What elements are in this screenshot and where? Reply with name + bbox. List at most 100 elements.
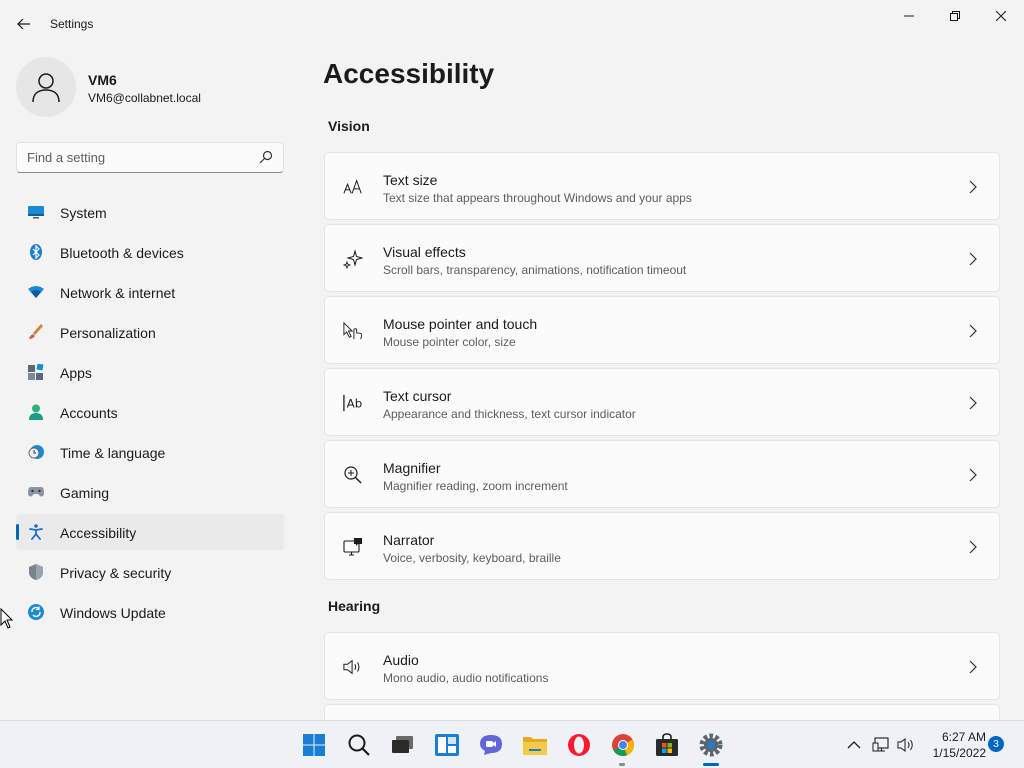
user-name: VM6 xyxy=(88,72,117,88)
arrow-left-icon xyxy=(17,18,30,30)
user-email: VM6@collabnet.local xyxy=(88,91,201,105)
sidebar-item-personalization[interactable]: Personalization xyxy=(16,314,284,350)
sidebar-nav: System Bluetooth & devices Network & int… xyxy=(16,194,284,634)
card-description: Scroll bars, transparency, animations, n… xyxy=(383,263,687,277)
text-size-icon xyxy=(343,177,363,197)
chat-button[interactable] xyxy=(477,731,505,759)
file-explorer-icon xyxy=(523,737,547,755)
sidebar-item-label: Accessibility xyxy=(60,525,137,541)
search-icon[interactable] xyxy=(259,150,273,164)
close-icon xyxy=(996,11,1006,21)
card-description: Voice, verbosity, keyboard, braille xyxy=(383,551,561,565)
sidebar-item-accessibility[interactable]: Accessibility xyxy=(16,514,284,550)
pointer-touch-icon xyxy=(343,321,363,341)
show-hidden-icons-button[interactable] xyxy=(844,735,864,755)
apps-icon xyxy=(28,364,44,380)
card-title: Magnifier xyxy=(383,460,441,476)
search-icon xyxy=(348,734,370,756)
sidebar-item-apps[interactable]: Apps xyxy=(16,354,284,390)
sidebar-item-label: Bluetooth & devices xyxy=(60,245,184,261)
sidebar-item-system[interactable]: System xyxy=(16,194,284,230)
file-explorer-button[interactable] xyxy=(521,731,549,759)
opera-button[interactable] xyxy=(565,731,593,759)
sidebar-item-label: Gaming xyxy=(60,485,110,501)
widgets-icon xyxy=(435,734,459,756)
card-magnifier[interactable]: Magnifier Magnifier reading, zoom increm… xyxy=(324,440,1000,508)
sidebar-item-label: Time & language xyxy=(60,445,166,461)
start-button[interactable] xyxy=(300,731,328,759)
task-view-button[interactable] xyxy=(389,731,417,759)
sidebar-item-label: System xyxy=(60,205,107,221)
account-icon xyxy=(28,404,44,420)
sidebar-item-time-language[interactable]: Time & language xyxy=(16,434,284,470)
section-title-vision: Vision xyxy=(328,118,370,134)
volume-icon xyxy=(897,738,913,752)
sidebar-item-accounts[interactable]: Accounts xyxy=(16,394,284,430)
update-icon xyxy=(28,604,44,620)
sidebar-item-windows-update[interactable]: Windows Update xyxy=(16,594,284,630)
card-description: Appearance and thickness, text cursor in… xyxy=(383,407,636,421)
person-icon xyxy=(32,73,60,103)
network-status[interactable] xyxy=(871,735,891,755)
settings-button[interactable] xyxy=(697,731,725,759)
chrome-button[interactable] xyxy=(609,731,637,759)
chevron-right-icon xyxy=(969,396,977,410)
card-title: Text size xyxy=(383,172,438,188)
search-box[interactable] xyxy=(16,142,284,173)
sparkle-icon xyxy=(343,249,363,269)
card-title: Visual effects xyxy=(383,244,466,260)
network-icon xyxy=(872,737,889,752)
narrator-icon xyxy=(343,537,363,557)
sidebar-item-label: Privacy & security xyxy=(60,565,172,581)
restore-icon xyxy=(950,11,960,21)
sidebar-item-label: Personalization xyxy=(60,325,156,341)
volume-control[interactable] xyxy=(896,735,916,755)
search-input[interactable] xyxy=(17,143,253,172)
chevron-right-icon xyxy=(969,540,977,554)
minimize-button[interactable] xyxy=(886,0,932,32)
close-button[interactable] xyxy=(978,0,1024,32)
clock-time[interactable]: 6:27 AM xyxy=(926,730,986,744)
accessibility-icon xyxy=(28,524,44,540)
settings-window: Settings VM6 VM6@collabnet.local System xyxy=(0,0,1024,720)
sidebar-item-gaming[interactable]: Gaming xyxy=(16,474,284,510)
opera-icon xyxy=(568,734,590,756)
chevron-right-icon xyxy=(969,252,977,266)
sidebar-item-label: Apps xyxy=(60,365,92,381)
card-description: Mono audio, audio notifications xyxy=(383,671,549,685)
sidebar-item-network[interactable]: Network & internet xyxy=(16,274,284,310)
bluetooth-icon xyxy=(28,244,44,260)
card-visual-effects[interactable]: Visual effects Scroll bars, transparency… xyxy=(324,224,1000,292)
speaker-icon xyxy=(343,657,363,677)
sidebar-item-label: Accounts xyxy=(60,405,118,421)
system-icon xyxy=(28,204,44,220)
store-button[interactable] xyxy=(653,731,681,759)
restore-button[interactable] xyxy=(932,0,978,32)
card-description: Magnifier reading, zoom increment xyxy=(383,479,568,493)
card-text-size[interactable]: Text size Text size that appears through… xyxy=(324,152,1000,220)
settings-icon xyxy=(699,733,723,757)
card-partial[interactable] xyxy=(324,704,1000,720)
wifi-icon xyxy=(28,284,44,300)
app-title: Settings xyxy=(50,17,94,31)
back-button[interactable] xyxy=(10,10,38,38)
chevron-right-icon xyxy=(969,660,977,674)
card-mouse-pointer-touch[interactable]: Mouse pointer and touch Mouse pointer co… xyxy=(324,296,1000,364)
card-description: Text size that appears throughout Window… xyxy=(383,191,692,205)
sidebar-item-label: Network & internet xyxy=(60,285,176,301)
sidebar-item-privacy-security[interactable]: Privacy & security xyxy=(16,554,284,590)
clock-date[interactable]: 1/15/2022 xyxy=(926,746,986,760)
notification-badge[interactable]: 3 xyxy=(988,736,1004,752)
card-audio[interactable]: Audio Mono audio, audio notifications xyxy=(324,632,1000,700)
section-title-hearing: Hearing xyxy=(328,598,381,614)
card-text-cursor[interactable]: Ab Text cursor Appearance and thickness,… xyxy=(324,368,1000,436)
card-narrator[interactable]: Narrator Voice, verbosity, keyboard, bra… xyxy=(324,512,1000,580)
taskbar-search-button[interactable] xyxy=(345,731,373,759)
sidebar-item-bluetooth[interactable]: Bluetooth & devices xyxy=(16,234,284,270)
taskbar: 6:27 AM 1/15/2022 xyxy=(0,720,1024,768)
avatar[interactable] xyxy=(16,57,76,117)
widgets-button[interactable] xyxy=(433,731,461,759)
chat-icon xyxy=(480,735,502,755)
svg-text:Ab: Ab xyxy=(347,397,363,411)
magnifier-icon xyxy=(343,465,363,485)
